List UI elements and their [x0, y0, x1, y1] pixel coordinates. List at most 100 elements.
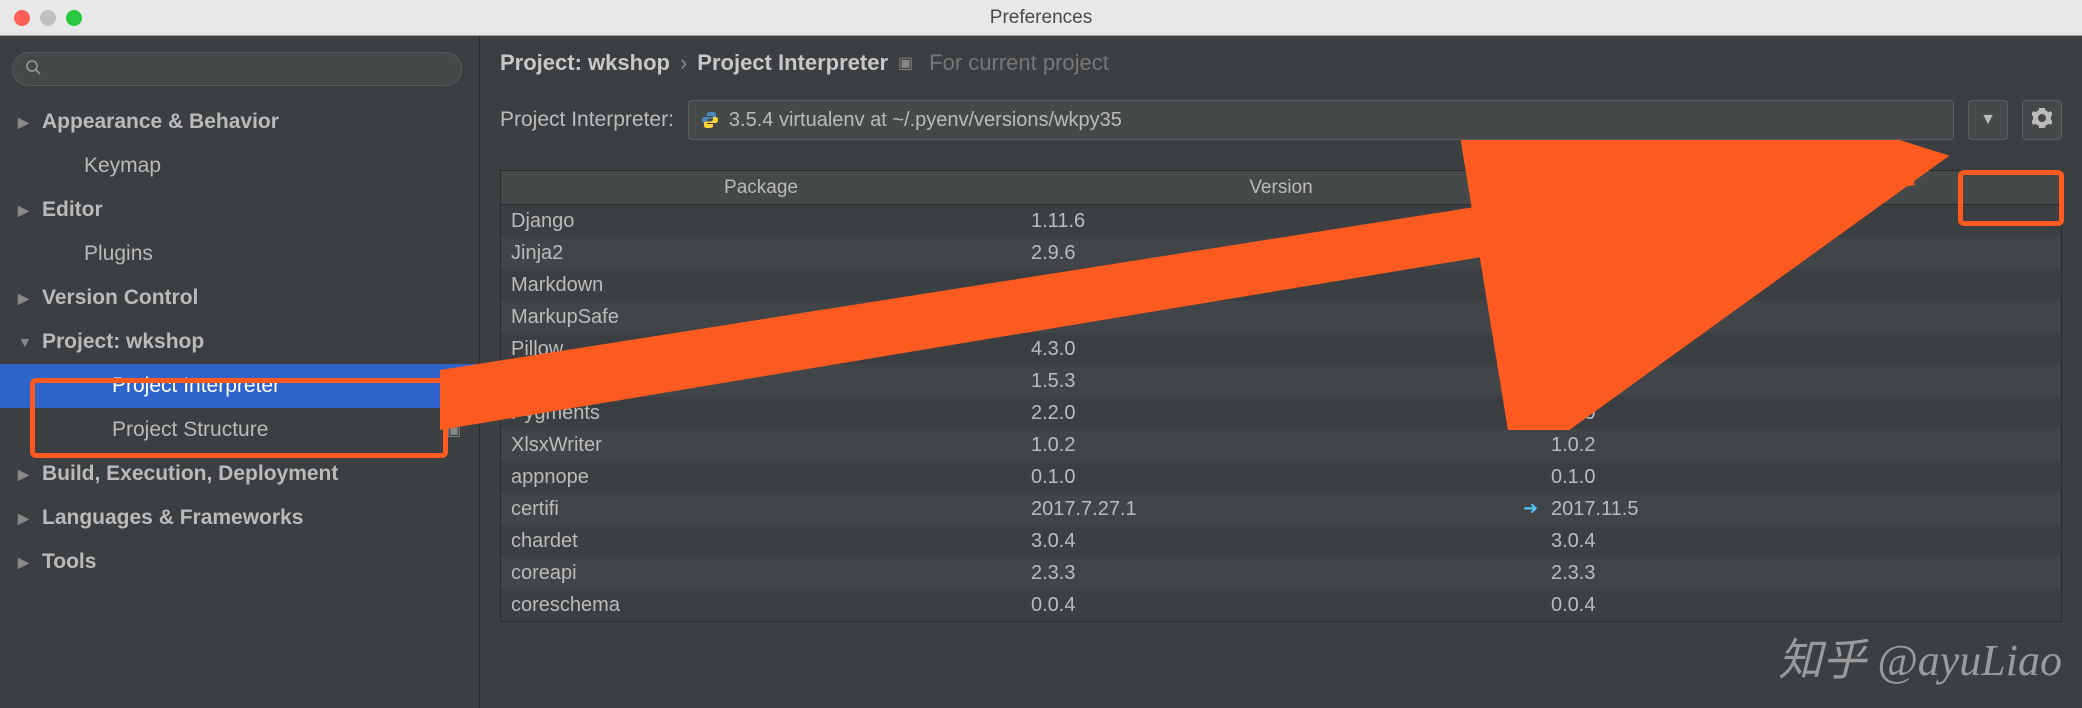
minimize-window-button[interactable] — [40, 10, 56, 26]
gear-icon — [2032, 108, 2052, 133]
cell-latest: 2.2.0 — [1541, 402, 2061, 425]
cell-version: 2.3.3 — [1021, 562, 1541, 585]
maximize-window-button[interactable] — [66, 10, 82, 26]
sidebar-item-label: Project Interpreter — [112, 374, 280, 398]
sidebar-item-label: Editor — [42, 198, 103, 222]
cell-version: 3.0.4 — [1021, 530, 1541, 553]
cell-package: Jinja2 — [501, 242, 1021, 265]
scope-icon: ▣ — [447, 421, 461, 439]
sidebar-item-editor[interactable]: ▶Editor — [0, 188, 479, 232]
cell-version: 2.2.0 — [1021, 402, 1541, 425]
cell-version: 0.0.4 — [1021, 594, 1541, 617]
window-title: Preferences — [990, 7, 1092, 29]
interpreter-select[interactable]: 3.5.4 virtualenv at ~/.pyenv/versions/wk… — [688, 100, 1954, 140]
table-row[interactable]: Pillow4.3.04.3.0 — [501, 333, 2061, 365]
search-icon — [25, 59, 41, 80]
cell-version: 2.6.9 — [1021, 274, 1541, 297]
sidebar-item-keymap[interactable]: Keymap — [0, 144, 479, 188]
cell-latest: ➜2.10 — [1541, 242, 2061, 265]
table-row[interactable]: Markdown2.6.92.6.9 — [501, 269, 2061, 301]
sidebar-item-label: Languages & Frameworks — [42, 506, 303, 530]
packages-table: Package Version Latest Django1.11.6➜2.0r… — [500, 170, 2062, 622]
col-package[interactable]: Package — [501, 177, 1021, 199]
sidebar-item-appearance-behavior[interactable]: ▶ Appearance & Behavior — [0, 100, 479, 144]
breadcrumb-separator: › — [680, 50, 687, 76]
cell-package: certifi — [501, 498, 1021, 521]
cell-latest: ➜2017.11.5 — [1541, 498, 2061, 521]
titlebar: Preferences — [0, 0, 2082, 36]
sidebar-item-version-control[interactable]: ▶Version Control — [0, 276, 479, 320]
sidebar-item-project-interpreter[interactable]: Project Interpreter▣ — [0, 364, 479, 408]
table-row[interactable]: coreschema0.0.40.0.4 — [501, 589, 2061, 621]
python-icon — [701, 111, 719, 129]
cell-latest: 0.0.4 — [1541, 594, 2061, 617]
cell-package: appnope — [501, 466, 1021, 489]
cell-package: Markdown — [501, 274, 1021, 297]
cell-package: coreschema — [501, 594, 1021, 617]
col-version[interactable]: Version — [1021, 177, 1541, 199]
sidebar-item-label: Project: wkshop — [42, 330, 204, 354]
table-row[interactable]: PyJWT1.5.31.5.3 — [501, 365, 2061, 397]
breadcrumb: Project: wkshop › Project Interpreter ▣ … — [500, 50, 2062, 76]
close-window-button[interactable] — [14, 10, 30, 26]
chevron-right-icon: ▶ — [18, 554, 36, 571]
table-row[interactable]: MarkupSafe1.01.0 — [501, 301, 2061, 333]
cell-version: 4.3.0 — [1021, 338, 1541, 361]
interpreter-value: 3.5.4 virtualenv at ~/.pyenv/versions/wk… — [729, 109, 1122, 132]
scope-icon: ▣ — [898, 53, 913, 73]
cell-version: 2.9.6 — [1021, 242, 1541, 265]
cell-package: PyJWT — [501, 370, 1021, 393]
cell-latest: 1.0 — [1541, 306, 2061, 329]
table-row[interactable]: certifi2017.7.27.1➜2017.11.5 — [501, 493, 2061, 525]
breadcrumb-section: Project Interpreter — [697, 50, 888, 76]
sidebar-item-project-wkshop[interactable]: ▼Project: wkshop — [0, 320, 479, 364]
breadcrumb-project-name: wkshop — [588, 50, 670, 75]
table-row[interactable]: coreapi2.3.32.3.3 — [501, 557, 2061, 589]
table-row[interactable]: Pygments2.2.02.2.0 — [501, 397, 2061, 429]
chevron-right-icon: ▶ — [18, 466, 36, 483]
table-header: Package Version Latest — [501, 171, 2061, 205]
chevron-right-icon: ▶ — [18, 114, 36, 131]
interpreter-dropdown-button[interactable]: ▼ — [1968, 100, 2008, 140]
interpreter-label: Project Interpreter: — [500, 108, 674, 132]
sidebar-item-build-execution-deployment[interactable]: ▶ Build, Execution, Deployment — [0, 452, 479, 496]
sidebar-item-label: Tools — [42, 550, 96, 574]
cell-latest: 2.3.3 — [1541, 562, 2061, 585]
cell-version: 1.0.2 — [1021, 434, 1541, 457]
sidebar-item-label: Appearance & Behavior — [42, 110, 279, 134]
breadcrumb-hint: For current project — [929, 50, 1109, 76]
sidebar-item-plugins[interactable]: Plugins — [0, 232, 479, 276]
update-available-icon: ➜ — [1523, 498, 1538, 519]
sidebar-item-label: Build, Execution, Deployment — [42, 462, 338, 486]
table-row[interactable]: appnope0.1.00.1.0 — [501, 461, 2061, 493]
sidebar-item-tools[interactable]: ▶ Tools — [0, 540, 479, 584]
cell-version: 1.5.3 — [1021, 370, 1541, 393]
main-panel: Project: wkshop › Project Interpreter ▣ … — [480, 36, 2082, 708]
cell-version: 1.0 — [1021, 306, 1541, 329]
update-available-icon: ➜ — [1523, 242, 1538, 263]
sidebar-item-label: Version Control — [42, 286, 198, 310]
update-available-icon: ➜ — [1523, 210, 1538, 231]
cell-package: chardet — [501, 530, 1021, 553]
cell-latest: ➜2.0rc1 — [1541, 210, 2061, 233]
table-row[interactable]: XlsxWriter1.0.21.0.2 — [501, 429, 2061, 461]
cell-package: Django — [501, 210, 1021, 233]
search-input[interactable] — [12, 52, 462, 86]
sidebar-item-project-structure[interactable]: Project Structure▣ — [0, 408, 479, 452]
chevron-down-icon: ▼ — [1980, 111, 1996, 129]
cell-package: MarkupSafe — [501, 306, 1021, 329]
chevron-right-icon: ▶ — [18, 510, 36, 527]
sidebar: ▶Appearance & BehaviorKeymap▶EditorPlugi… — [0, 36, 480, 708]
table-row[interactable]: Jinja22.9.6➜2.10 — [501, 237, 2061, 269]
col-latest[interactable]: Latest — [1541, 177, 2061, 199]
interpreter-settings-button[interactable] — [2022, 100, 2062, 140]
cell-package: XlsxWriter — [501, 434, 1021, 457]
window-controls — [14, 10, 82, 26]
cell-package: coreapi — [501, 562, 1021, 585]
sidebar-item-label: Plugins — [84, 242, 153, 266]
table-row[interactable]: Django1.11.6➜2.0rc1 — [501, 205, 2061, 237]
cell-package: Pygments — [501, 402, 1021, 425]
sidebar-item-languages-frameworks[interactable]: ▶ Languages & Frameworks — [0, 496, 479, 540]
table-row[interactable]: chardet3.0.43.0.4 — [501, 525, 2061, 557]
cell-latest: 1.0.2 — [1541, 434, 2061, 457]
